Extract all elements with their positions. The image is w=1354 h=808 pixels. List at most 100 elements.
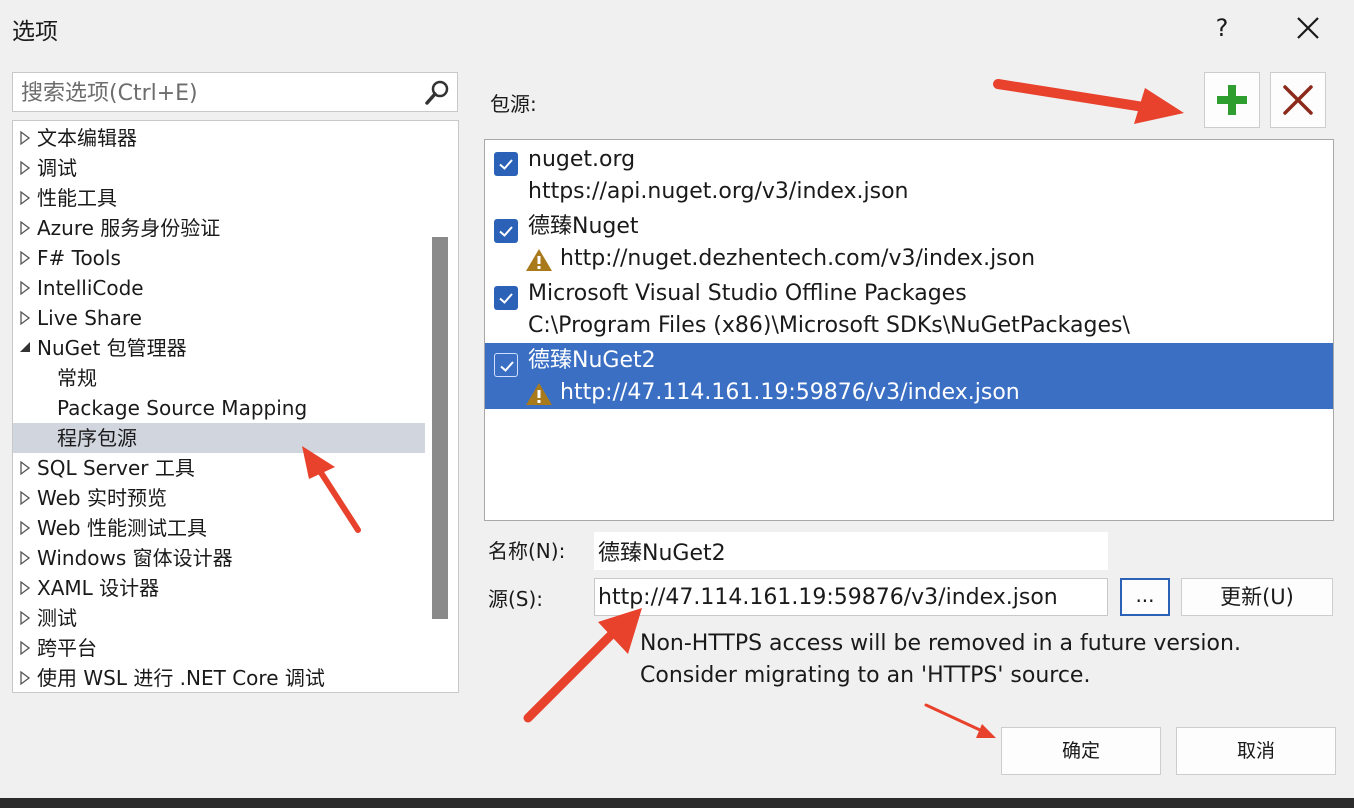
cancel-button[interactable]: 取消: [1176, 727, 1336, 775]
collapsed-arrow-icon[interactable]: [18, 220, 32, 236]
source-url: http://nuget.dezhentech.com/v3/index.jso…: [560, 246, 1036, 271]
source-list-item[interactable]: 德臻NuGet2 http://47.114.161.19:59876/v3/in…: [485, 343, 1333, 409]
collapsed-arrow-icon[interactable]: [18, 460, 32, 476]
tree-item[interactable]: Azure 服务身份验证: [13, 213, 425, 243]
package-source-list: nuget.org https://api.nuget.org/v3/index.…: [484, 139, 1334, 521]
tree-item-label: 调试: [37, 156, 77, 180]
name-label: 名称(N):: [488, 539, 566, 563]
tree-item-label: IntelliCode: [37, 276, 144, 300]
collapsed-arrow-icon[interactable]: [18, 130, 32, 146]
tree-item-label: 程序包源: [57, 426, 137, 450]
plus-icon: [1217, 85, 1247, 115]
collapsed-arrow-icon[interactable]: [18, 490, 32, 506]
tree-item-label: NuGet 包管理器: [37, 336, 187, 360]
name-input[interactable]: [594, 532, 1108, 570]
browse-button[interactable]: ...: [1120, 578, 1170, 616]
expanded-arrow-icon[interactable]: [18, 340, 32, 356]
tree-scrollbar-thumb[interactable]: [432, 237, 448, 619]
tree-item[interactable]: 程序包源: [13, 423, 425, 453]
source-list-item[interactable]: 德臻Nuget http://nuget.dezhentech.com/v3/in…: [485, 209, 1333, 275]
search-input[interactable]: [19, 77, 423, 109]
tree-item-label: F# Tools: [37, 246, 121, 270]
warning-line-1: Non-HTTPS access will be removed in a fu…: [640, 631, 1241, 656]
tree-item[interactable]: 文本编辑器: [13, 123, 425, 153]
search-icon[interactable]: [423, 79, 451, 107]
checkmark-icon: [499, 226, 513, 237]
tree-item[interactable]: 使用 WSL 进行 .NET Core 调试: [13, 663, 425, 692]
source-name: 德臻Nuget: [528, 214, 639, 239]
tree-item[interactable]: Web 实时预览: [13, 483, 425, 513]
warning-icon: [526, 383, 552, 405]
remove-x-icon: [1283, 85, 1313, 115]
package-sources-label: 包源:: [490, 92, 537, 116]
tree-item-label: 常规: [57, 366, 97, 390]
collapsed-arrow-icon[interactable]: [18, 310, 32, 326]
tree-item[interactable]: SQL Server 工具: [13, 453, 425, 483]
tree-item-label: 跨平台: [37, 636, 97, 660]
warning-line-2: Consider migrating to an 'HTTPS' source.: [640, 663, 1091, 688]
source-url: https://api.nuget.org/v3/index.json: [528, 179, 909, 204]
source-url: http://47.114.161.19:59876/v3/index.json: [560, 380, 1020, 405]
collapsed-arrow-icon[interactable]: [18, 640, 32, 656]
checkmark-icon: [499, 293, 513, 304]
tree-item[interactable]: 性能工具: [13, 183, 425, 213]
tree-item[interactable]: NuGet 包管理器: [13, 333, 425, 363]
tree-item[interactable]: 常规: [13, 363, 425, 393]
tree-item-label: 测试: [37, 606, 77, 630]
tree-item[interactable]: XAML 设计器: [13, 573, 425, 603]
tree-item[interactable]: Package Source Mapping: [13, 393, 425, 423]
collapsed-arrow-icon[interactable]: [18, 190, 32, 206]
source-enabled-checkbox[interactable]: [494, 286, 518, 310]
tree-item[interactable]: Web 性能测试工具: [13, 513, 425, 543]
update-button[interactable]: 更新(U): [1181, 578, 1333, 616]
tree-item-label: Azure 服务身份验证: [37, 216, 221, 240]
source-input[interactable]: [594, 578, 1108, 616]
tree-item[interactable]: Windows 窗体设计器: [13, 543, 425, 573]
collapsed-arrow-icon[interactable]: [18, 550, 32, 566]
source-list-item[interactable]: Microsoft Visual Studio Offline Packages…: [485, 276, 1333, 342]
annotation-arrow: [523, 608, 642, 723]
source-name: 德臻NuGet2: [528, 348, 656, 373]
source-enabled-checkbox[interactable]: [494, 353, 518, 377]
tree-item[interactable]: IntelliCode: [13, 273, 425, 303]
search-box: [12, 72, 458, 112]
tree-item[interactable]: 调试: [13, 153, 425, 183]
tree-item-label: SQL Server 工具: [37, 456, 195, 480]
help-button[interactable]: ?: [1206, 10, 1238, 46]
collapsed-arrow-icon[interactable]: [18, 670, 32, 686]
tree-item[interactable]: F# Tools: [13, 243, 425, 273]
source-url: C:\Program Files (x86)\Microsoft SDKs\Nu…: [528, 313, 1130, 338]
annotation-arrow: [993, 79, 1184, 124]
remove-source-button[interactable]: [1270, 72, 1326, 128]
add-source-button[interactable]: [1204, 72, 1260, 128]
source-enabled-checkbox[interactable]: [494, 219, 518, 243]
close-button[interactable]: [1290, 10, 1326, 46]
tree-item-label: Web 性能测试工具: [37, 516, 207, 540]
dialog-title: 选项: [12, 19, 58, 45]
tree-item-label: 使用 WSL 进行 .NET Core 调试: [37, 666, 325, 690]
ok-button[interactable]: 确定: [1001, 727, 1161, 775]
collapsed-arrow-icon[interactable]: [18, 610, 32, 626]
collapsed-arrow-icon[interactable]: [18, 160, 32, 176]
bottom-edge: [0, 798, 1354, 808]
collapsed-arrow-icon[interactable]: [18, 520, 32, 536]
source-label: 源(S):: [488, 587, 544, 611]
tree-item-label: Web 实时预览: [37, 486, 167, 510]
tree-item-label: 文本编辑器: [37, 126, 137, 150]
options-tree: 文本编辑器调试性能工具 Azure 服务身份验证 F# Tools IntelliCo…: [12, 120, 459, 693]
source-list-item[interactable]: nuget.org https://api.nuget.org/v3/index.…: [485, 142, 1333, 208]
collapsed-arrow-icon[interactable]: [18, 250, 32, 266]
tree-item[interactable]: 跨平台: [13, 633, 425, 663]
tree-item-label: XAML 设计器: [37, 576, 160, 600]
title-bar: 选项 ?: [0, 0, 1354, 56]
source-name: Microsoft Visual Studio Offline Packages: [528, 281, 967, 306]
non-https-warning: Non-HTTPS access will be removed in a fu…: [640, 628, 1241, 692]
tree-item[interactable]: Live Share: [13, 303, 425, 333]
annotation-arrow: [924, 703, 996, 738]
tree-item-label: Package Source Mapping: [57, 396, 308, 420]
source-enabled-checkbox[interactable]: [494, 152, 518, 176]
checkmark-icon: [500, 361, 514, 372]
collapsed-arrow-icon[interactable]: [18, 280, 32, 296]
collapsed-arrow-icon[interactable]: [18, 580, 32, 596]
tree-item[interactable]: 测试: [13, 603, 425, 633]
